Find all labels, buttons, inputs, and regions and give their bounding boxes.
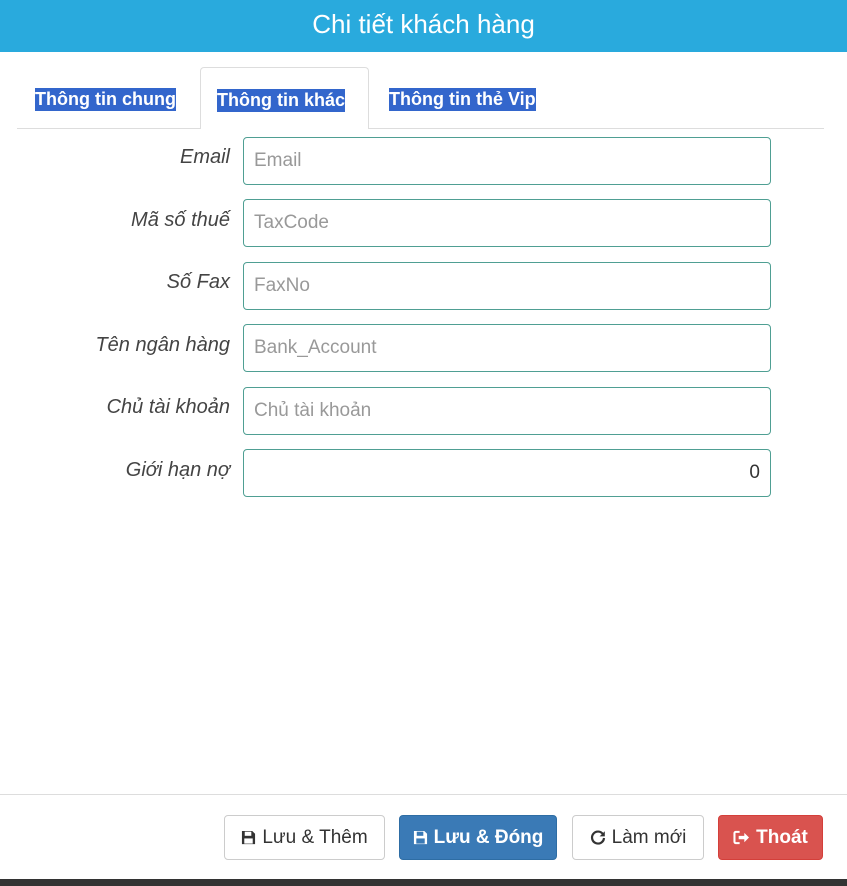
sign-out-icon [733, 830, 750, 845]
exit-button[interactable]: Thoát [718, 815, 823, 860]
footer-divider [0, 794, 847, 795]
tax-code-label: Mã số thuế [131, 209, 230, 231]
tab-other-info-label: Thông tin khác [217, 89, 345, 112]
save-and-add-label: Lưu & Thêm [262, 826, 368, 848]
fax-label: Số Fax [166, 271, 230, 293]
refresh-button[interactable]: Làm mới [572, 815, 704, 860]
debt-limit-field[interactable] [243, 449, 771, 497]
floppy-disk-icon [413, 830, 428, 845]
window-bottom-edge [0, 879, 847, 886]
exit-label: Thoát [756, 826, 808, 848]
bank-name-label: Tên ngân hàng [95, 334, 230, 356]
dialog-header: Chi tiết khách hàng [0, 0, 847, 52]
email-field[interactable] [243, 137, 771, 185]
tab-vip-card-info-label: Thông tin thẻ Vip [389, 88, 536, 111]
save-and-add-button[interactable]: Lưu & Thêm [224, 815, 385, 860]
fax-field[interactable] [243, 262, 771, 310]
refresh-label: Làm mới [611, 826, 687, 848]
tab-general-info-label: Thông tin chung [35, 88, 176, 111]
account-holder-field[interactable] [243, 387, 771, 435]
bank-name-field[interactable] [243, 324, 771, 372]
dialog-title: Chi tiết khách hàng [312, 8, 535, 39]
refresh-icon [590, 829, 606, 846]
tab-vip-card-info[interactable]: Thông tin thẻ Vip [383, 67, 558, 128]
tab-general-info[interactable]: Thông tin chung [17, 67, 197, 128]
tax-code-field[interactable] [243, 199, 771, 247]
debt-limit-label: Giới hạn nợ [125, 459, 230, 481]
tab-other-info[interactable]: Thông tin khác [200, 67, 369, 129]
tab-bar: Thông tin chung Thông tin khác Thông tin… [17, 67, 824, 129]
save-and-close-label: Lưu & Đóng [433, 826, 544, 848]
floppy-disk-icon [241, 830, 256, 845]
account-holder-label: Chủ tài khoản [106, 396, 230, 418]
save-and-close-button[interactable]: Lưu & Đóng [399, 815, 557, 860]
email-label: Email [179, 146, 230, 168]
